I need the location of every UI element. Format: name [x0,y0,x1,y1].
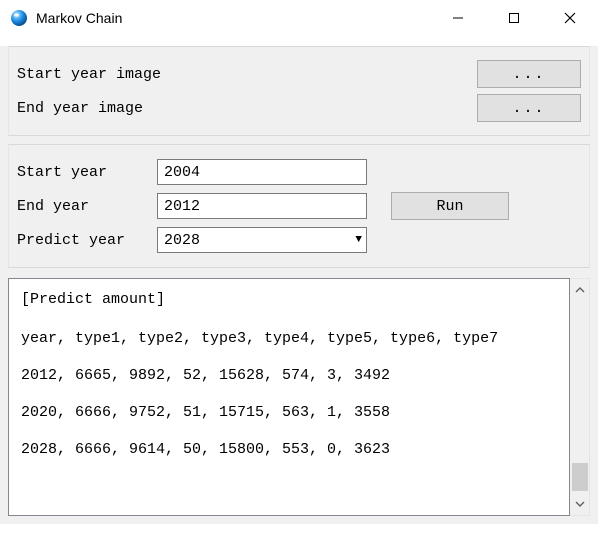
minimize-button[interactable] [430,0,486,36]
output-wrap: [Predict amount] year, type1, type2, typ… [8,278,590,516]
start-year-row: Start year [17,157,581,187]
start-image-browse-button[interactable]: ... [477,60,581,88]
output-row: 2028, 6666, 9614, 50, 15800, 553, 0, 362… [21,439,557,460]
scroll-down-icon[interactable] [570,493,589,515]
end-image-row: End year image ... [17,93,581,123]
scroll-up-icon[interactable] [570,279,589,301]
output-textarea[interactable]: [Predict amount] year, type1, type2, typ… [8,278,570,516]
end-image-browse-button[interactable]: ... [477,94,581,122]
output-header: [Predict amount] [21,289,557,310]
app-window: Markov Chain Start year image ... End ye… [0,0,598,524]
window-title: Markov Chain [36,10,430,26]
vertical-scrollbar[interactable] [570,278,590,516]
window-controls [430,0,598,36]
start-year-input[interactable] [157,159,367,185]
predict-year-value: 2028 [164,232,200,249]
end-year-row: End year Run [17,191,581,221]
predict-year-label: Predict year [17,232,157,249]
start-image-label: Start year image [17,66,477,83]
end-year-input[interactable] [157,193,367,219]
output-row: 2012, 6665, 9892, 52, 15628, 574, 3, 349… [21,365,557,386]
run-button[interactable]: Run [391,192,509,220]
params-section: Start year End year Run Predict year 202… [8,144,590,268]
file-section: Start year image ... End year image ... [8,46,590,136]
body-area: Start year image ... End year image ... … [0,46,598,524]
titlebar: Markov Chain [0,0,598,36]
start-image-row: Start year image ... [17,59,581,89]
start-year-label: Start year [17,164,157,181]
maximize-button[interactable] [486,0,542,36]
output-row: 2020, 6666, 9752, 51, 15715, 563, 1, 355… [21,402,557,423]
output-columns: year, type1, type2, type3, type4, type5,… [21,328,557,349]
end-year-label: End year [17,198,157,215]
scroll-track[interactable] [570,301,589,493]
app-icon [10,9,28,27]
predict-year-combo[interactable]: 2028 ▼ [157,227,367,253]
end-image-label: End year image [17,100,477,117]
close-button[interactable] [542,0,598,36]
chevron-down-icon: ▼ [355,234,362,246]
scroll-thumb[interactable] [572,463,588,491]
predict-year-row: Predict year 2028 ▼ [17,225,581,255]
